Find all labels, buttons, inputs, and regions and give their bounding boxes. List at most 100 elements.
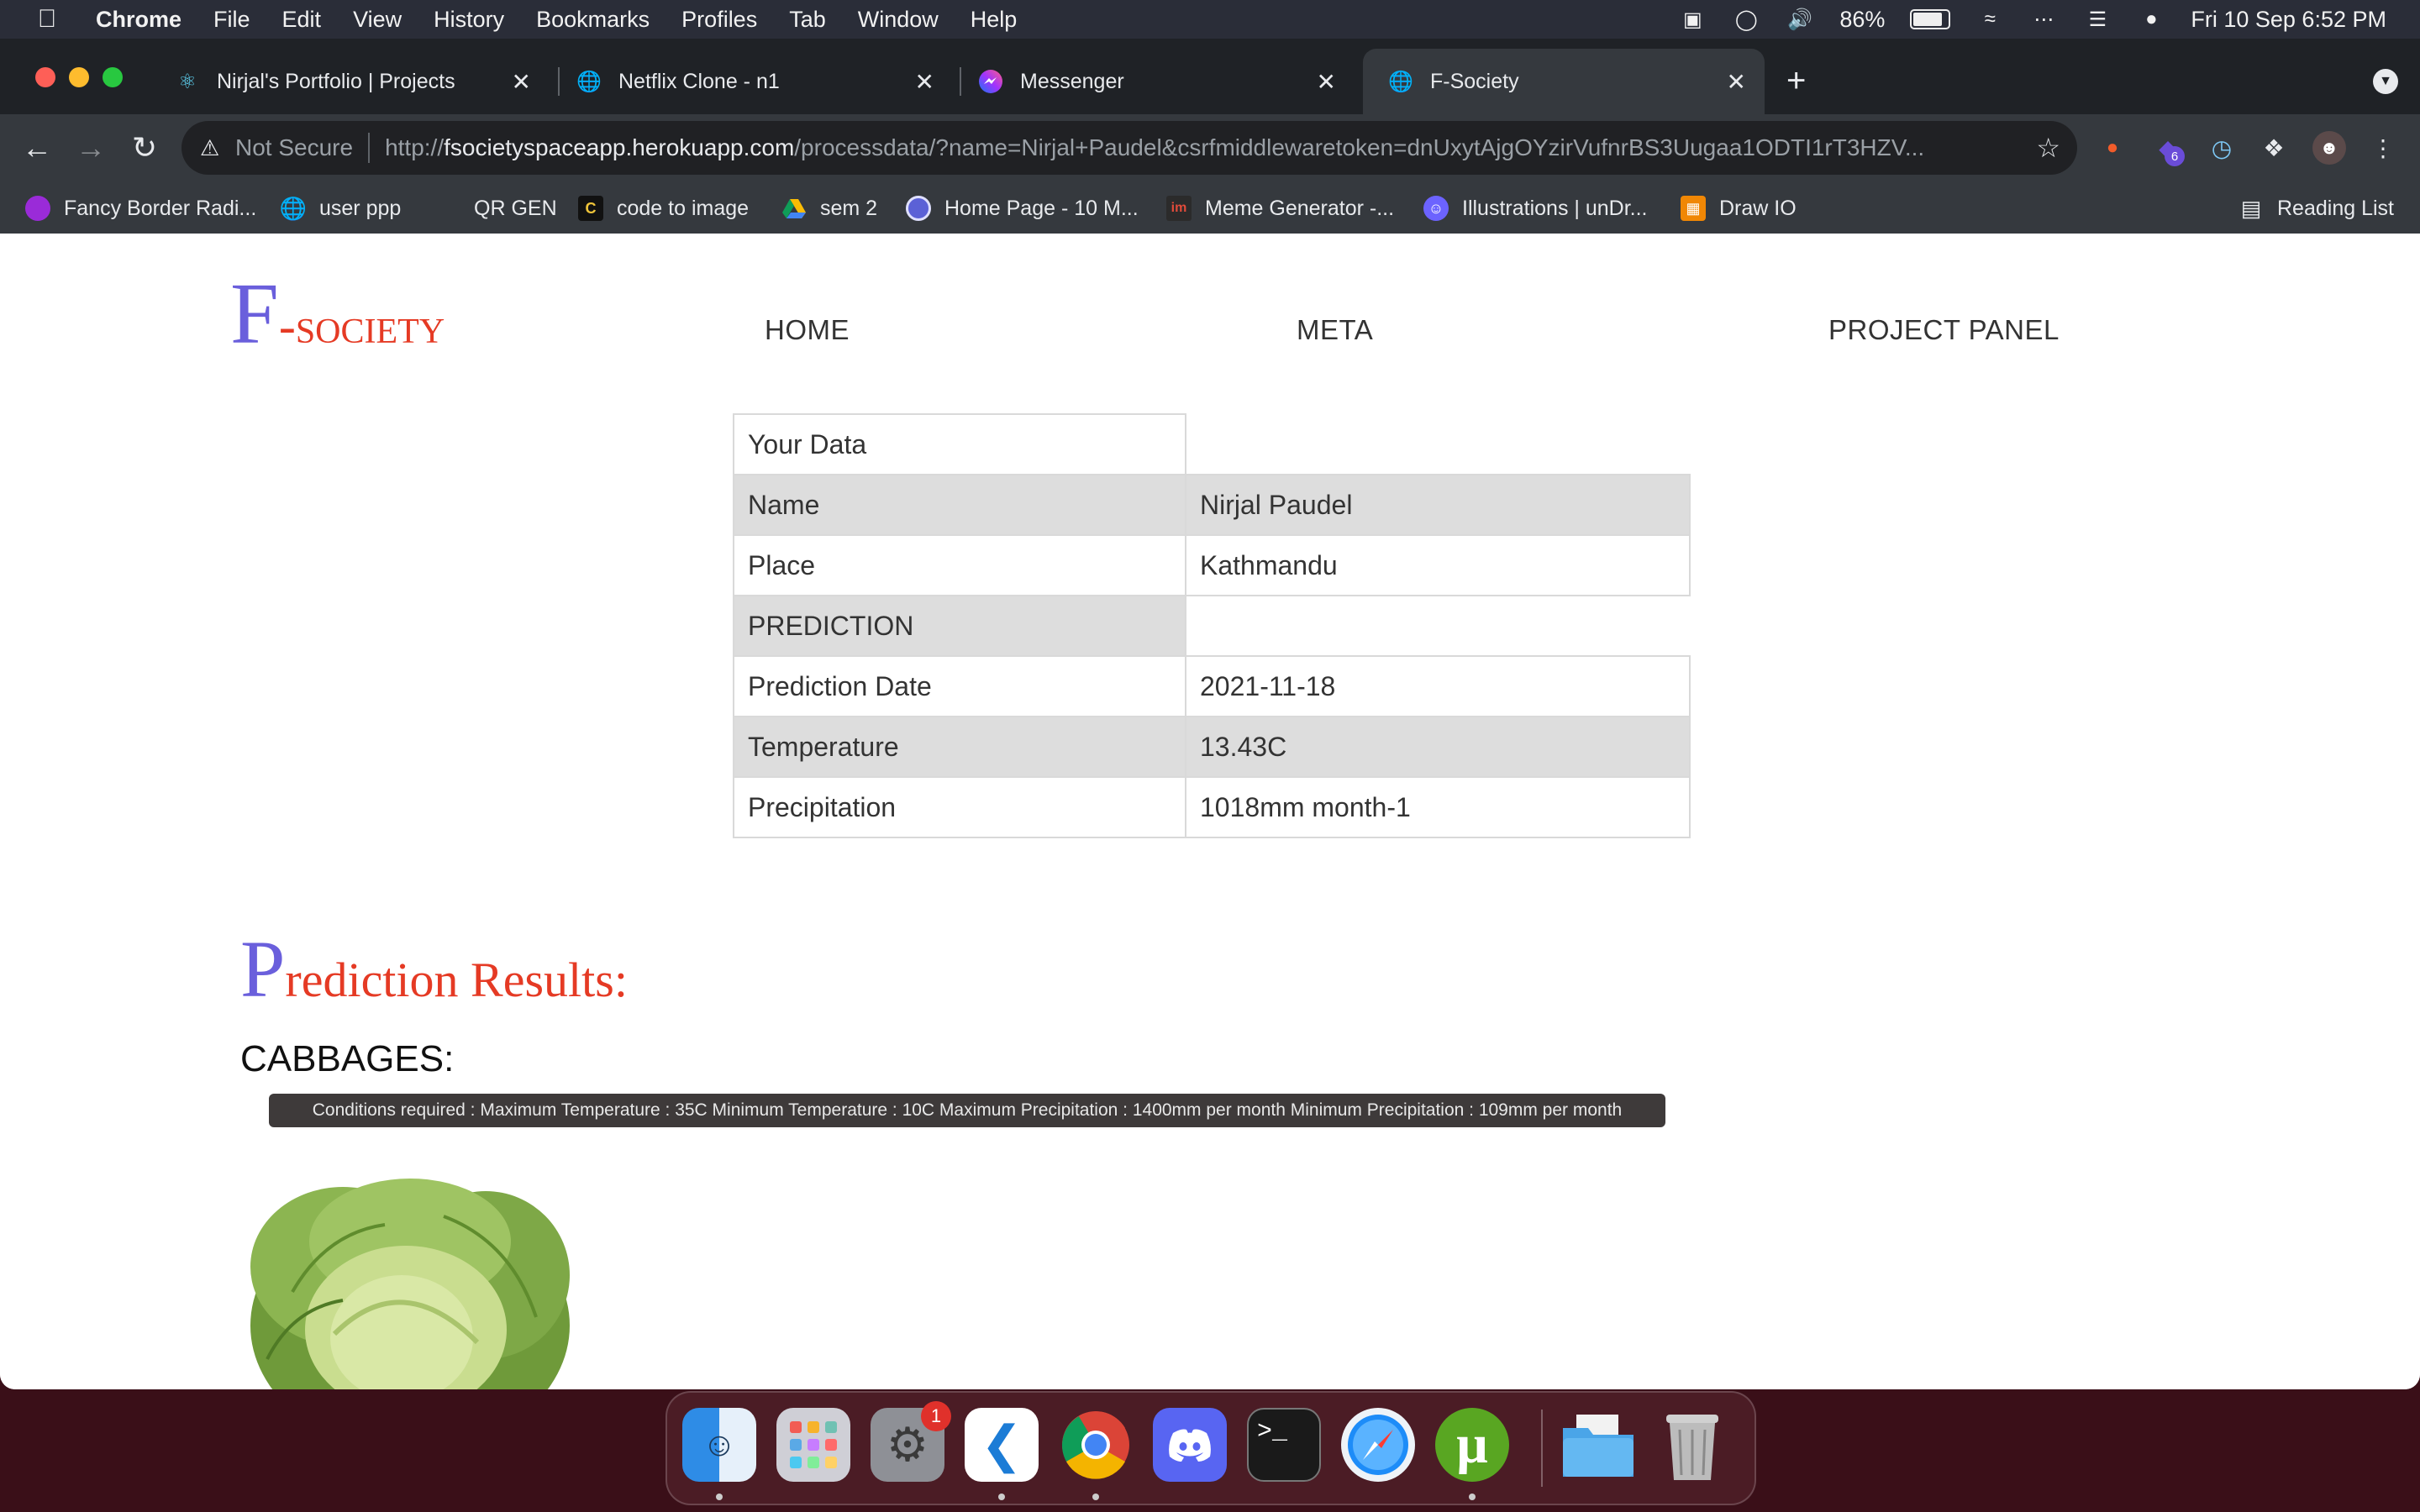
- bookmark-meme-generator[interactable]: im Meme Generator -...: [1166, 193, 1394, 223]
- imgflip-icon: im: [1166, 196, 1192, 221]
- bookmark-qr-gen[interactable]: QR GEN: [474, 193, 557, 223]
- reading-list-button[interactable]: ▤ Reading List: [2238, 193, 2394, 223]
- volume-icon[interactable]: 🔊: [1786, 8, 1814, 31]
- tab-strip: ⚛ Nirjal's Portfolio | Projects ✕ 🌐 Netf…: [0, 39, 2420, 114]
- menu-tab[interactable]: Tab: [789, 7, 826, 33]
- launchpad-icon[interactable]: [776, 1408, 850, 1482]
- menu-file[interactable]: File: [213, 7, 250, 33]
- url-path: /processdata/?name=Nirjal+Paudel&csrfmid…: [794, 134, 1925, 160]
- menu-app-chrome[interactable]: Chrome: [96, 7, 182, 33]
- table-row: Precipitation 1018mm month-1: [733, 776, 1691, 838]
- carbon-icon: C: [578, 196, 603, 221]
- window-close-button[interactable]: [35, 67, 55, 87]
- menu-history[interactable]: History: [434, 7, 504, 33]
- nav-meta[interactable]: META: [1297, 314, 1373, 346]
- puzzle-icon[interactable]: ❖: [2257, 131, 2291, 165]
- terminal-icon[interactable]: >_: [1247, 1408, 1321, 1482]
- apple-icon[interactable]: : [34, 5, 60, 34]
- bookmark-label: Fancy Border Radi...: [64, 196, 257, 220]
- place-value: Kathmandu: [1185, 534, 1691, 596]
- precipitation-value: 1018mm month-1: [1185, 776, 1691, 838]
- prediction-label: PREDICTION: [733, 595, 1186, 657]
- window-zoom-button[interactable]: [103, 67, 123, 87]
- extension-clock-icon[interactable]: ◷: [2205, 131, 2238, 165]
- globe-icon: 🌐: [576, 70, 602, 93]
- macos-dock: ☺ ⚙ 1 ❮ >_ µ: [666, 1391, 1756, 1505]
- tab-portfolio[interactable]: ⚛ Nirjal's Portfolio | Projects ✕: [150, 49, 550, 114]
- nav-project-panel[interactable]: PROJECT PANEL: [1828, 314, 2060, 346]
- downloads-folder-icon[interactable]: [1561, 1408, 1635, 1482]
- address-bar[interactable]: ⚠ Not Secure http://fsocietyspaceapp.her…: [182, 121, 2077, 175]
- menu-window[interactable]: Window: [858, 7, 939, 33]
- new-tab-button[interactable]: +: [1786, 62, 1806, 100]
- wordpress-icon[interactable]: ◯: [1732, 8, 1760, 31]
- running-indicator: [1092, 1494, 1099, 1500]
- tab-messenger[interactable]: Messenger ✕: [953, 49, 1355, 114]
- utorrent-icon[interactable]: µ: [1435, 1408, 1509, 1482]
- bookmark-undraw[interactable]: ☺ Illustrations | unDr...: [1423, 193, 1647, 223]
- reload-button[interactable]: ↻: [126, 129, 163, 166]
- warning-icon[interactable]: ⚠: [200, 135, 225, 161]
- screen-mirroring-icon[interactable]: ▣: [1678, 8, 1707, 31]
- bookmark-code-to-image[interactable]: C code to image: [578, 193, 749, 223]
- circle-icon: [906, 196, 931, 221]
- discord-icon[interactable]: [1153, 1408, 1227, 1482]
- bookmark-label: code to image: [617, 196, 750, 220]
- bluetooth-dots-icon[interactable]: ⋯: [2029, 8, 2058, 31]
- page-content: F-society HOME META PROJECT PANEL Your D…: [0, 234, 2420, 1389]
- battery-icon[interactable]: [1910, 9, 1951, 29]
- back-button[interactable]: ←: [18, 129, 55, 166]
- url-text[interactable]: http://fsocietyspaceapp.herokuapp.com/pr…: [385, 134, 1998, 161]
- menu-help[interactable]: Help: [971, 7, 1018, 33]
- nav-home[interactable]: HOME: [765, 314, 850, 346]
- table-header-cell: Your Data: [733, 413, 1186, 475]
- extension-fox-icon[interactable]: ●: [2096, 131, 2129, 165]
- window-minimize-button[interactable]: [69, 67, 89, 87]
- cabbage-image: [250, 1179, 570, 1389]
- running-indicator: [716, 1494, 723, 1500]
- crop-name: CABBAGES:: [240, 1038, 455, 1079]
- bookmark-label: Draw IO: [1719, 196, 1797, 220]
- close-icon[interactable]: ✕: [512, 68, 531, 96]
- menu-edit[interactable]: Edit: [282, 7, 322, 33]
- close-icon[interactable]: ✕: [1727, 68, 1746, 96]
- siri-icon[interactable]: ●: [2137, 8, 2165, 30]
- more-menu-icon[interactable]: ⋮: [2366, 131, 2400, 165]
- trash-icon[interactable]: [1655, 1408, 1729, 1482]
- safari-icon[interactable]: [1341, 1408, 1415, 1482]
- wifi-icon[interactable]: ≈: [1975, 8, 2004, 30]
- security-status[interactable]: Not Secure: [235, 134, 353, 161]
- dock-separator: [1541, 1410, 1543, 1487]
- conditions-tooltip: Conditions required : Maximum Temperatur…: [269, 1094, 1665, 1127]
- bookmark-home-page[interactable]: Home Page - 10 M...: [906, 193, 1139, 223]
- bookmark-fancy-border[interactable]: Fancy Border Radi...: [25, 193, 256, 223]
- bookmark-sem-2[interactable]: sem 2: [781, 193, 877, 223]
- menu-view[interactable]: View: [353, 7, 402, 33]
- tab-netflix-clone[interactable]: 🌐 Netflix Clone - n1 ✕: [551, 49, 953, 114]
- menu-bookmarks[interactable]: Bookmarks: [536, 7, 650, 33]
- tab-search-icon[interactable]: ▼: [2373, 69, 2398, 94]
- forward-button[interactable]: →: [72, 129, 109, 166]
- finder-icon[interactable]: ☺: [682, 1408, 756, 1482]
- prediction-date-value: 2021-11-18: [1185, 655, 1691, 717]
- close-icon[interactable]: ✕: [915, 68, 934, 96]
- chrome-icon[interactable]: [1059, 1408, 1133, 1482]
- menu-profiles[interactable]: Profiles: [681, 7, 757, 33]
- bookmark-star-icon[interactable]: ☆: [2036, 132, 2060, 164]
- menubar-clock[interactable]: Fri 10 Sep 6:52 PM: [2191, 7, 2386, 33]
- globe-icon: 🌐: [279, 195, 308, 221]
- site-logo[interactable]: F-society: [230, 264, 445, 364]
- menubar-status-area: ▣ ◯ 🔊 86% ≈ ⋯ ☰ ● Fri 10 Sep 6:52 PM: [1678, 0, 2386, 39]
- vscode-icon[interactable]: ❮: [965, 1408, 1039, 1482]
- prediction-results-heading: Prediction Results:: [240, 922, 628, 1016]
- bookmark-user-ppp[interactable]: 🌐 user ppp: [279, 193, 401, 223]
- bookmark-draw-io[interactable]: ▦ Draw IO: [1681, 193, 1797, 223]
- precipitation-label: Precipitation: [733, 776, 1186, 838]
- drawio-icon: ▦: [1681, 196, 1706, 221]
- close-icon[interactable]: ✕: [1317, 68, 1336, 96]
- control-center-icon[interactable]: ☰: [2083, 8, 2112, 31]
- profile-avatar[interactable]: ☻: [2312, 131, 2346, 165]
- table-empty-cell: [1186, 596, 1690, 657]
- tab-f-society[interactable]: 🌐 F-Society ✕: [1363, 49, 1765, 114]
- purple-blob-icon: [25, 196, 50, 221]
